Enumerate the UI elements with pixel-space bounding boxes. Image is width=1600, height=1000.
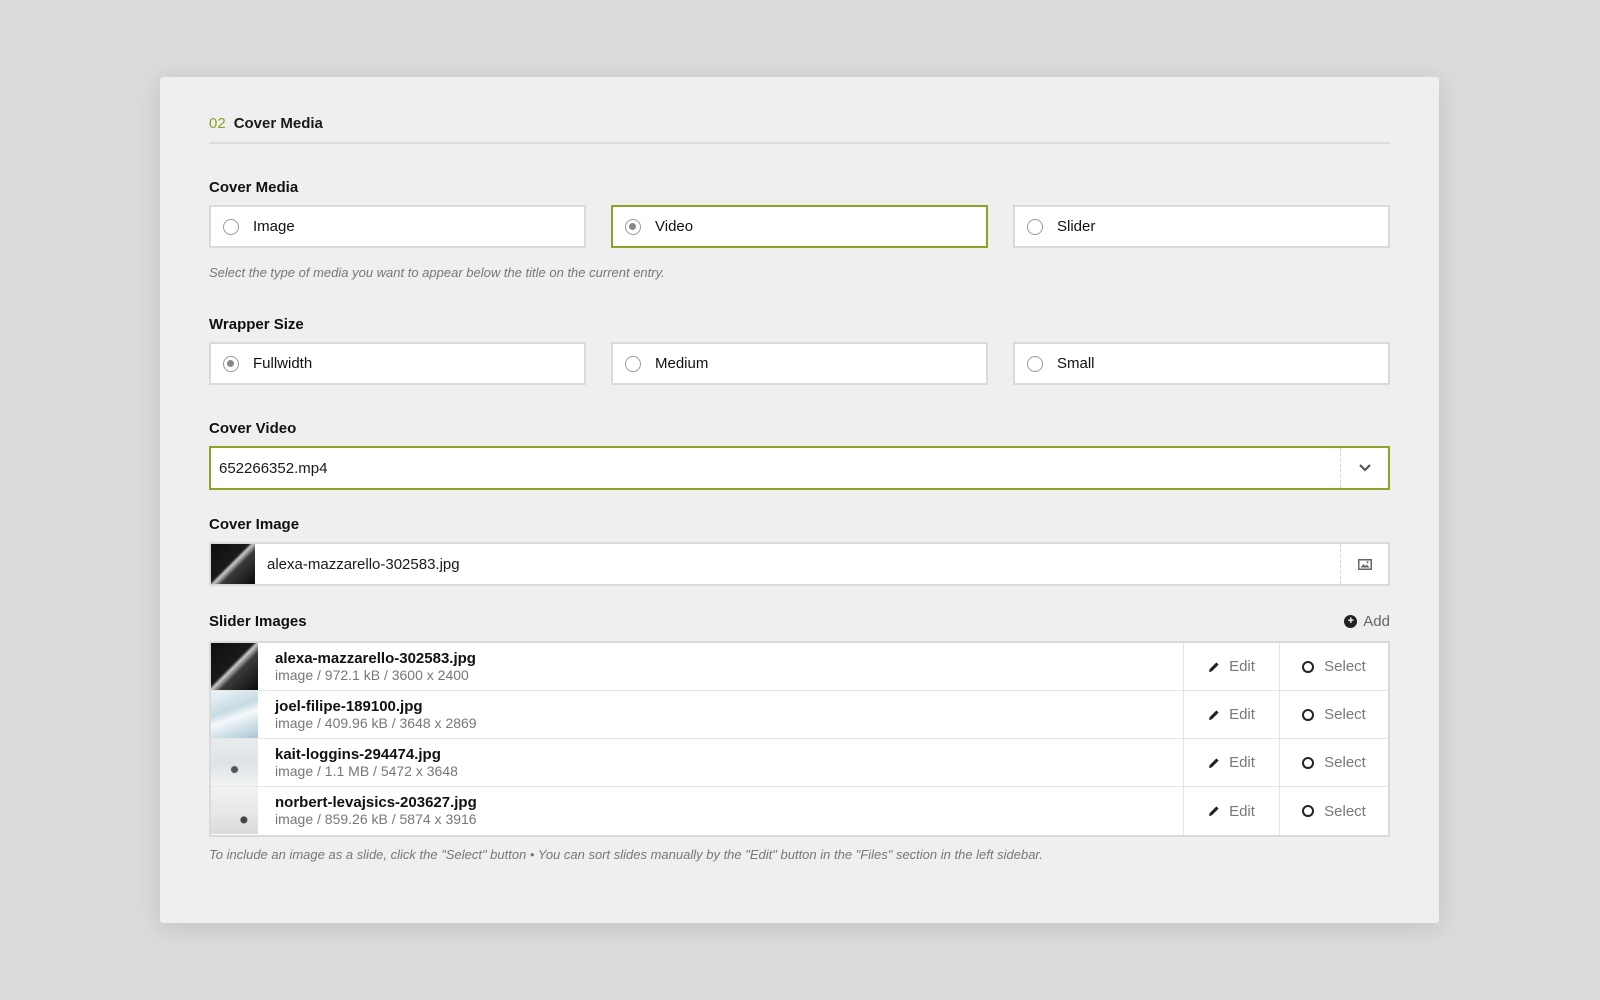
radio-icon [1027, 218, 1043, 235]
wrapper-size-option-fullwidth[interactable]: Fullwidth [209, 342, 586, 385]
slider-images-help: To include an image as a slide, click th… [209, 847, 1043, 862]
option-label: Video [655, 218, 694, 235]
file-thumbnail [211, 787, 258, 834]
cover-image-value: alexa-mazzarello-302583.jpg [267, 555, 460, 573]
section-title: Cover Media [233, 115, 323, 132]
cover-video-field: Cover Video 652266352.mp4 [209, 420, 1390, 490]
edit-label: Edit [1229, 802, 1255, 820]
radio-icon [1027, 355, 1043, 372]
circle-icon [1302, 756, 1315, 769]
circle-icon [1302, 708, 1315, 721]
file-meta: image / 409.96 kB / 3648 x 2869 [275, 714, 477, 731]
wrapper-size-option-small[interactable]: Small [1013, 342, 1390, 385]
pencil-icon [1209, 709, 1219, 720]
cover-media-label: Cover Media [209, 179, 299, 196]
radio-icon [223, 218, 239, 235]
select-label: Select [1324, 754, 1366, 771]
option-label: Image [253, 218, 295, 235]
option-label: Medium [655, 355, 709, 372]
select-button[interactable]: Select [1279, 739, 1388, 786]
file-meta: image / 972.1 kB / 3600 x 2400 [275, 666, 469, 683]
select-label: Select [1324, 706, 1366, 723]
pencil-icon [1209, 661, 1219, 672]
select-button[interactable]: Select [1279, 787, 1388, 835]
image-icon[interactable] [1340, 544, 1388, 584]
wrapper-size-options: Fullwidth Medium Small [209, 342, 1390, 385]
list-item: kait-loggins-294474.jpg image / 1.1 MB /… [211, 739, 1388, 787]
file-info: norbert-levajsics-203627.jpg image / 859… [258, 787, 1183, 835]
circle-icon [1302, 805, 1315, 817]
slider-images-header: Slider Images + Add [209, 613, 1390, 630]
section-header: 02 Cover Media [209, 77, 1390, 144]
pencil-icon [1209, 757, 1219, 768]
cover-video-select[interactable]: 652266352.mp4 [209, 446, 1390, 490]
cover-media-panel: 02 Cover Media Cover Media Image Video S… [160, 77, 1439, 923]
cover-image-label: Cover Image [209, 516, 300, 533]
file-info: kait-loggins-294474.jpg image / 1.1 MB /… [258, 739, 1183, 786]
cover-media-options: Image Video Slider [209, 205, 1390, 248]
chevron-down-icon[interactable] [1340, 448, 1388, 488]
edit-label: Edit [1229, 658, 1255, 675]
file-name: norbert-levajsics-203627.jpg [275, 794, 477, 811]
file-name: kait-loggins-294474.jpg [275, 745, 441, 763]
cover-media-option-video[interactable]: Video [611, 205, 988, 248]
radio-checked-icon [625, 218, 641, 235]
cover-video-label: Cover Video [209, 420, 297, 437]
list-item: norbert-levajsics-203627.jpg image / 859… [211, 787, 1388, 835]
radio-icon [625, 355, 641, 372]
circle-icon [1302, 660, 1315, 673]
wrapper-size-option-medium[interactable]: Medium [611, 342, 988, 385]
file-thumbnail [211, 643, 258, 690]
list-item: joel-filipe-189100.jpg image / 409.96 kB… [211, 691, 1388, 739]
cover-media-option-image[interactable]: Image [209, 205, 586, 248]
wrapper-size-label: Wrapper Size [209, 316, 304, 333]
list-item: alexa-mazzarello-302583.jpg image / 972.… [211, 643, 1388, 691]
plus-circle-icon: + [1344, 615, 1358, 628]
select-button[interactable]: Select [1279, 691, 1388, 738]
edit-button[interactable]: Edit [1183, 643, 1279, 690]
file-thumbnail [211, 691, 258, 738]
slider-images-label: Slider Images [209, 613, 307, 630]
file-name: alexa-mazzarello-302583.jpg [275, 649, 476, 667]
wrapper-size-field: Wrapper Size Fullwidth Medium Small [209, 316, 1390, 385]
select-label: Select [1324, 802, 1366, 820]
file-name: joel-filipe-189100.jpg [275, 697, 423, 715]
edit-label: Edit [1229, 706, 1255, 723]
add-slider-image-button[interactable]: + Add [1344, 613, 1390, 630]
option-label: Fullwidth [253, 355, 313, 372]
file-meta: image / 1.1 MB / 5472 x 3648 [275, 762, 458, 779]
option-label: Small [1057, 355, 1095, 372]
edit-button[interactable]: Edit [1183, 787, 1279, 835]
file-info: alexa-mazzarello-302583.jpg image / 972.… [258, 643, 1183, 690]
cover-image-field: Cover Image alexa-mazzarello-302583.jpg [209, 516, 1390, 586]
pencil-icon [1209, 806, 1219, 816]
edit-label: Edit [1229, 754, 1255, 771]
file-thumbnail [211, 739, 258, 786]
section-number: 02 [209, 115, 226, 132]
edit-button[interactable]: Edit [1183, 691, 1279, 738]
cover-image-thumbnail [211, 544, 255, 584]
option-label: Slider [1057, 218, 1096, 235]
cover-media-field: Cover Media Image Video Slider Select th… [209, 179, 1390, 280]
file-info: joel-filipe-189100.jpg image / 409.96 kB… [258, 691, 1183, 738]
cover-media-option-slider[interactable]: Slider [1013, 205, 1390, 248]
cover-video-value: 652266352.mp4 [219, 459, 328, 477]
radio-checked-icon [223, 355, 239, 372]
select-button[interactable]: Select [1279, 643, 1388, 690]
slider-images-field: Slider Images + Add alexa-mazzarello-302… [209, 613, 1390, 862]
cover-media-help: Select the type of media you want to app… [209, 265, 665, 280]
edit-button[interactable]: Edit [1183, 739, 1279, 786]
select-label: Select [1324, 658, 1366, 675]
cover-image-picker[interactable]: alexa-mazzarello-302583.jpg [209, 542, 1390, 586]
file-meta: image / 859.26 kB / 5874 x 3916 [275, 811, 477, 827]
slider-images-list: alexa-mazzarello-302583.jpg image / 972.… [209, 641, 1390, 837]
add-label: Add [1363, 613, 1390, 630]
